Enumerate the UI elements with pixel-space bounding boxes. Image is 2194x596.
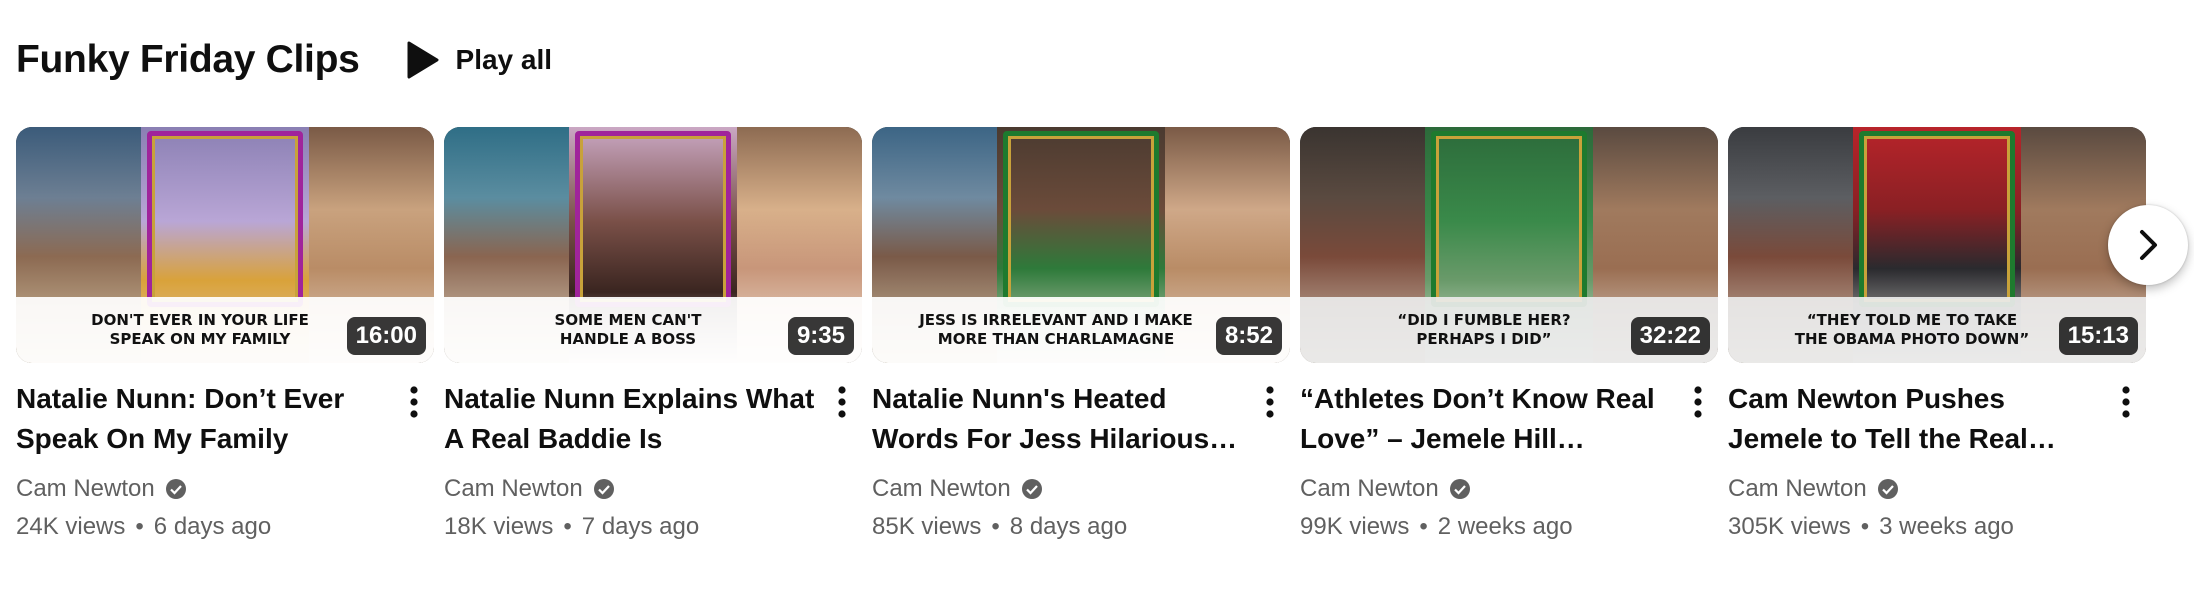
video-title[interactable]: Cam Newton Pushes Jemele to Tell the Rea… (1728, 379, 2106, 459)
holiday-frame (1859, 131, 2015, 307)
more-options-button[interactable] (2106, 379, 2146, 541)
holiday-frame (575, 131, 731, 307)
separator-dot: • (135, 513, 144, 540)
video-meta: Cam Newton Pushes Jemele to Tell the Rea… (1728, 379, 2146, 541)
video-thumbnail[interactable]: “THEY TOLD ME TO TAKE THE OBAMA PHOTO DO… (1728, 127, 2146, 363)
video-thumbnail[interactable]: SOME MEN CAN'T HANDLE A BOSS 9:35 (444, 127, 862, 363)
video-meta-text: Natalie Nunn Explains What A Real Baddie… (444, 379, 822, 541)
holiday-frame (1431, 131, 1587, 307)
video-card: DON'T EVER IN YOUR LIFE SPEAK ON MY FAMI… (16, 127, 434, 541)
upload-age: 7 days ago (581, 513, 700, 540)
view-count: 18K views (444, 513, 554, 540)
more-vert-icon (2122, 386, 2130, 418)
verified-check-icon (1021, 478, 1043, 500)
video-meta: Natalie Nunn's Heated Words For Jess Hil… (872, 379, 1290, 541)
video-meta-text: Natalie Nunn: Don’t Ever Speak On My Fam… (16, 379, 394, 541)
thumb-caption: DON'T EVER IN YOUR LIFE SPEAK ON MY FAMI… (91, 311, 309, 348)
upload-age: 3 weeks ago (1879, 513, 2014, 540)
stats-row: 99K views • 2 weeks ago (1300, 513, 1678, 541)
video-meta-text: Natalie Nunn's Heated Words For Jess Hil… (872, 379, 1250, 541)
video-thumbnail[interactable]: “DID I FUMBLE HER? PERHAPS I DID” 32:22 (1300, 127, 1718, 363)
more-options-button[interactable] (394, 379, 434, 541)
play-all-button[interactable]: Play all (406, 41, 553, 79)
video-card: “THEY TOLD ME TO TAKE THE OBAMA PHOTO DO… (1728, 127, 2146, 541)
more-options-button[interactable] (1250, 379, 1290, 541)
channel-row: Cam Newton (444, 475, 822, 503)
video-thumbnail[interactable]: DON'T EVER IN YOUR LIFE SPEAK ON MY FAMI… (16, 127, 434, 363)
video-grid: DON'T EVER IN YOUR LIFE SPEAK ON MY FAMI… (16, 127, 2146, 541)
more-vert-icon (1266, 386, 1274, 418)
play-all-label: Play all (455, 44, 553, 75)
channel-row: Cam Newton (1300, 475, 1678, 503)
upload-age: 8 days ago (1009, 513, 1128, 540)
upload-age: 2 weeks ago (1437, 513, 1573, 540)
video-meta: “Athletes Don’t Know Real Love” – Jemele… (1300, 379, 1718, 541)
video-title[interactable]: Natalie Nunn: Don’t Ever Speak On My Fam… (16, 379, 394, 459)
video-meta-text: Cam Newton Pushes Jemele to Tell the Rea… (1728, 379, 2106, 541)
video-meta: Natalie Nunn: Don’t Ever Speak On My Fam… (16, 379, 434, 541)
more-vert-icon (410, 386, 418, 418)
shelf-title[interactable]: Funky Friday Clips (16, 38, 360, 82)
verified-check-icon (593, 478, 615, 500)
duration-badge: 32:22 (1630, 317, 1710, 355)
video-title[interactable]: Natalie Nunn Explains What A Real Baddie… (444, 379, 822, 459)
shelf-header: Funky Friday Clips Play all (16, 30, 552, 90)
video-thumbnail[interactable]: JESS IS IRRELEVANT AND I MAKE MORE THAN … (872, 127, 1290, 363)
video-meta-text: “Athletes Don’t Know Real Love” – Jemele… (1300, 379, 1678, 541)
holiday-frame (147, 131, 303, 307)
thumb-caption: JESS IS IRRELEVANT AND I MAKE MORE THAN … (919, 311, 1193, 348)
more-options-button[interactable] (1678, 379, 1718, 541)
next-button[interactable] (2108, 205, 2188, 285)
view-count: 305K views (1728, 513, 1851, 540)
view-count: 99K views (1300, 513, 1410, 540)
channel-name[interactable]: Cam Newton (1300, 475, 1439, 503)
stats-row: 305K views • 3 weeks ago (1728, 513, 2106, 541)
separator-dot: • (563, 513, 572, 540)
stats-row: 18K views • 7 days ago (444, 513, 822, 541)
thumb-caption: “THEY TOLD ME TO TAKE THE OBAMA PHOTO DO… (1794, 311, 2030, 348)
thumb-caption: “DID I FUMBLE HER? PERHAPS I DID” (1397, 311, 1571, 348)
holiday-frame (1003, 131, 1159, 307)
verified-check-icon (1449, 478, 1471, 500)
channel-name[interactable]: Cam Newton (1728, 475, 1867, 503)
video-card: JESS IS IRRELEVANT AND I MAKE MORE THAN … (872, 127, 1290, 541)
channel-name[interactable]: Cam Newton (872, 475, 1011, 503)
video-card: SOME MEN CAN'T HANDLE A BOSS 9:35 Natali… (444, 127, 862, 541)
duration-badge: 9:35 (787, 317, 854, 355)
video-title[interactable]: “Athletes Don’t Know Real Love” – Jemele… (1300, 379, 1678, 459)
video-title[interactable]: Natalie Nunn's Heated Words For Jess Hil… (872, 379, 1250, 459)
view-count: 24K views (16, 513, 126, 540)
separator-dot: • (1860, 513, 1870, 540)
view-count: 85K views (872, 513, 982, 540)
separator-dot: • (1419, 513, 1428, 540)
duration-badge: 16:00 (346, 317, 426, 355)
channel-name[interactable]: Cam Newton (444, 475, 583, 503)
video-card: “DID I FUMBLE HER? PERHAPS I DID” 32:22 … (1300, 127, 1718, 541)
thumb-caption: SOME MEN CAN'T HANDLE A BOSS (554, 311, 702, 348)
channel-row: Cam Newton (16, 475, 394, 503)
stats-row: 85K views • 8 days ago (872, 513, 1250, 541)
more-options-button[interactable] (822, 379, 862, 541)
upload-age: 6 days ago (153, 513, 272, 540)
chevron-right-icon (2140, 230, 2157, 260)
stats-row: 24K views • 6 days ago (16, 513, 394, 541)
duration-badge: 15:13 (2058, 317, 2138, 355)
video-meta: Natalie Nunn Explains What A Real Baddie… (444, 379, 862, 541)
play-icon (407, 41, 439, 79)
duration-badge: 8:52 (1215, 317, 1282, 355)
more-vert-icon (1694, 386, 1702, 418)
verified-check-icon (165, 478, 187, 500)
channel-row: Cam Newton (872, 475, 1250, 503)
separator-dot: • (991, 513, 1000, 540)
channel-row: Cam Newton (1728, 475, 2106, 503)
more-vert-icon (838, 386, 846, 418)
verified-check-icon (1877, 478, 1899, 500)
channel-name[interactable]: Cam Newton (16, 475, 155, 503)
